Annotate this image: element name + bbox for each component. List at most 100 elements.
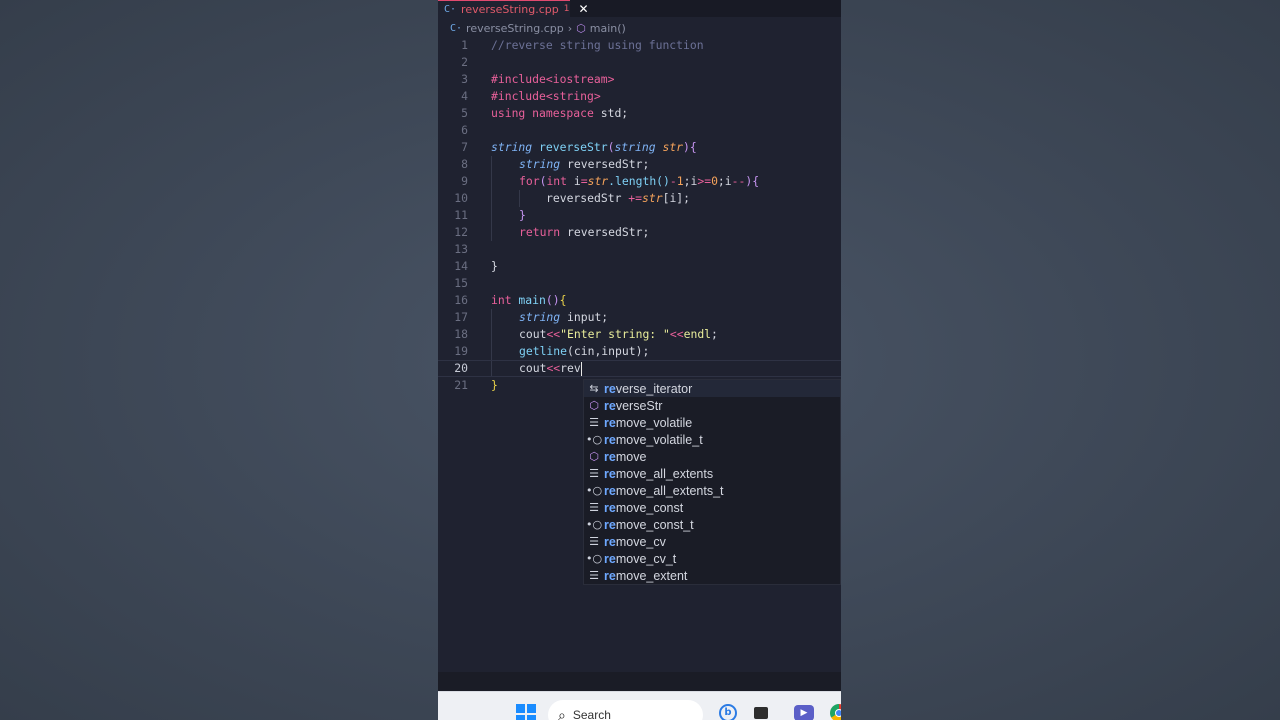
tab-strip: C· reverseString.cpp 1 ✕: [438, 0, 841, 17]
code-line: 2: [438, 54, 841, 71]
suggestion-label: move_volatile: [615, 415, 693, 430]
code-token: (cin,input);: [567, 344, 650, 358]
suggestion-label: move_cv: [615, 534, 666, 549]
suggestion-item[interactable]: •○ re move_volatile_t: [584, 431, 840, 448]
code-token: std;: [593, 106, 629, 120]
code-token: +=: [628, 191, 643, 205]
line-number: 8: [461, 157, 468, 171]
search-icon: ⌕: [558, 706, 566, 720]
chrome-icon[interactable]: [830, 704, 841, 720]
struct-icon: ☰: [589, 501, 599, 514]
code-line: 15: [438, 275, 841, 292]
suggestion-label: move_all_extents: [615, 466, 714, 481]
suggestion-item[interactable]: •○ re move_const_t: [584, 516, 840, 533]
teams-meet-icon[interactable]: ▶: [794, 705, 814, 720]
suggestion-match: re: [604, 432, 616, 447]
struct-icon: ☰: [589, 416, 599, 429]
status-bar: [438, 672, 841, 691]
code-token: main: [511, 293, 546, 307]
code-token: }: [491, 259, 498, 273]
line-number: 13: [454, 242, 468, 256]
typedef-icon: •○: [586, 484, 603, 497]
code-token: ){: [683, 140, 697, 154]
code-token: str: [642, 191, 663, 205]
code-token: #include<string>: [491, 89, 601, 103]
suggestion-match: re: [604, 483, 616, 498]
type-parameter-icon: ⇆: [589, 382, 599, 395]
code-token: reversedStr: [546, 191, 629, 205]
close-icon[interactable]: ✕: [578, 2, 588, 16]
breadcrumb-symbol[interactable]: main(): [590, 22, 626, 35]
code-token: getline: [519, 344, 568, 358]
suggestion-item[interactable]: ☰ re move_const: [584, 499, 840, 516]
code-token: endl: [683, 327, 712, 341]
suggestion-item[interactable]: •○ re move_cv_t: [584, 550, 840, 567]
code-line: 14}: [438, 258, 841, 275]
code-line: 16 int main(){: [438, 292, 841, 309]
code-editor[interactable]: 1 //reverse string using function 2 3 #inc…: [438, 37, 841, 397]
code-line: 18 cout<<"Enter string: "<<endl;: [438, 326, 841, 343]
suggestion-item[interactable]: ⬡ re verseStr: [584, 397, 840, 414]
suggestion-match: re: [604, 466, 616, 481]
bing-icon[interactable]: b: [719, 704, 737, 720]
code-token: string: [614, 140, 656, 154]
breadcrumb: C· reverseString.cpp › ⬡ main(): [450, 20, 626, 36]
suggestion-label: move_const_t: [615, 517, 694, 532]
line-number: 14: [454, 259, 468, 273]
method-icon: ⬡: [589, 450, 599, 463]
code-token: reversedStr;: [560, 225, 650, 239]
cpp-file-icon: C·: [444, 3, 457, 15]
cpp-file-icon: C·: [450, 22, 463, 34]
windows-start-icon[interactable]: [516, 704, 536, 720]
code-token: rev: [560, 361, 581, 375]
autocomplete-popup: ⇆ re verse_iterator ⬡ re verseStr ☰ re move_vola…: [583, 379, 841, 585]
code-token: reversedStr;: [560, 157, 650, 171]
current-code-line: 20 cout<<rev: [438, 360, 841, 377]
struct-icon: ☰: [589, 467, 599, 480]
method-icon: ⬡: [589, 399, 599, 412]
task-view-icon[interactable]: [754, 707, 768, 719]
code-token: 0: [711, 174, 718, 188]
line-number: 11: [454, 208, 468, 222]
code-token: [i];: [662, 191, 691, 205]
suggestion-item[interactable]: •○ re move_all_extents_t: [584, 482, 840, 499]
code-token: string: [519, 157, 561, 171]
line-number: 19: [454, 344, 468, 358]
code-line: 12 return reversedStr;: [438, 224, 841, 241]
code-token: "Enter string: ": [560, 327, 670, 341]
editor-window: C· reverseString.cpp 1 ✕ C· reverseStrin…: [438, 0, 841, 720]
code-token: int: [491, 293, 512, 307]
code-token: input;: [560, 310, 609, 324]
line-number: 6: [461, 123, 468, 137]
breadcrumb-file[interactable]: reverseString.cpp: [466, 22, 564, 35]
suggestion-item[interactable]: ⬡ re move: [584, 448, 840, 465]
code-token: -: [669, 174, 677, 188]
suggestion-item[interactable]: ☰ re move_all_extents: [584, 465, 840, 482]
code-line: 10 reversedStr +=str[i];: [438, 190, 841, 207]
suggestion-match: re: [604, 568, 616, 583]
suggestion-item[interactable]: ⇆ re verse_iterator: [584, 380, 840, 397]
taskbar-search-box[interactable]: ⌕ Search: [548, 700, 703, 720]
code-token: <<: [669, 327, 684, 341]
code-token: }: [519, 208, 526, 222]
suggestion-item[interactable]: ☰ re move_extent: [584, 567, 840, 584]
code-token: str: [587, 174, 609, 188]
typedef-icon: •○: [586, 433, 603, 446]
suggestion-item[interactable]: ☰ re move_volatile: [584, 414, 840, 431]
suggestion-match: re: [604, 381, 616, 396]
code-line: 3 #include<iostream>: [438, 71, 841, 88]
code-line: 13: [438, 241, 841, 258]
code-token: int: [546, 174, 568, 188]
tab-modified-count: 1: [563, 4, 570, 14]
suggestion-item[interactable]: ☰ re move_cv: [584, 533, 840, 550]
code-token: >=: [697, 174, 712, 188]
line-number: 9: [461, 174, 468, 188]
code-token: cout: [519, 361, 547, 375]
suggestion-match: re: [604, 517, 616, 532]
code-token: str: [662, 140, 684, 154]
code-token: <<: [546, 327, 561, 341]
line-number: 18: [454, 327, 468, 341]
code-token: 1: [676, 174, 684, 188]
tab-reverse-string[interactable]: C· reverseString.cpp 1 ✕: [438, 0, 589, 17]
code-token: (): [545, 293, 560, 307]
